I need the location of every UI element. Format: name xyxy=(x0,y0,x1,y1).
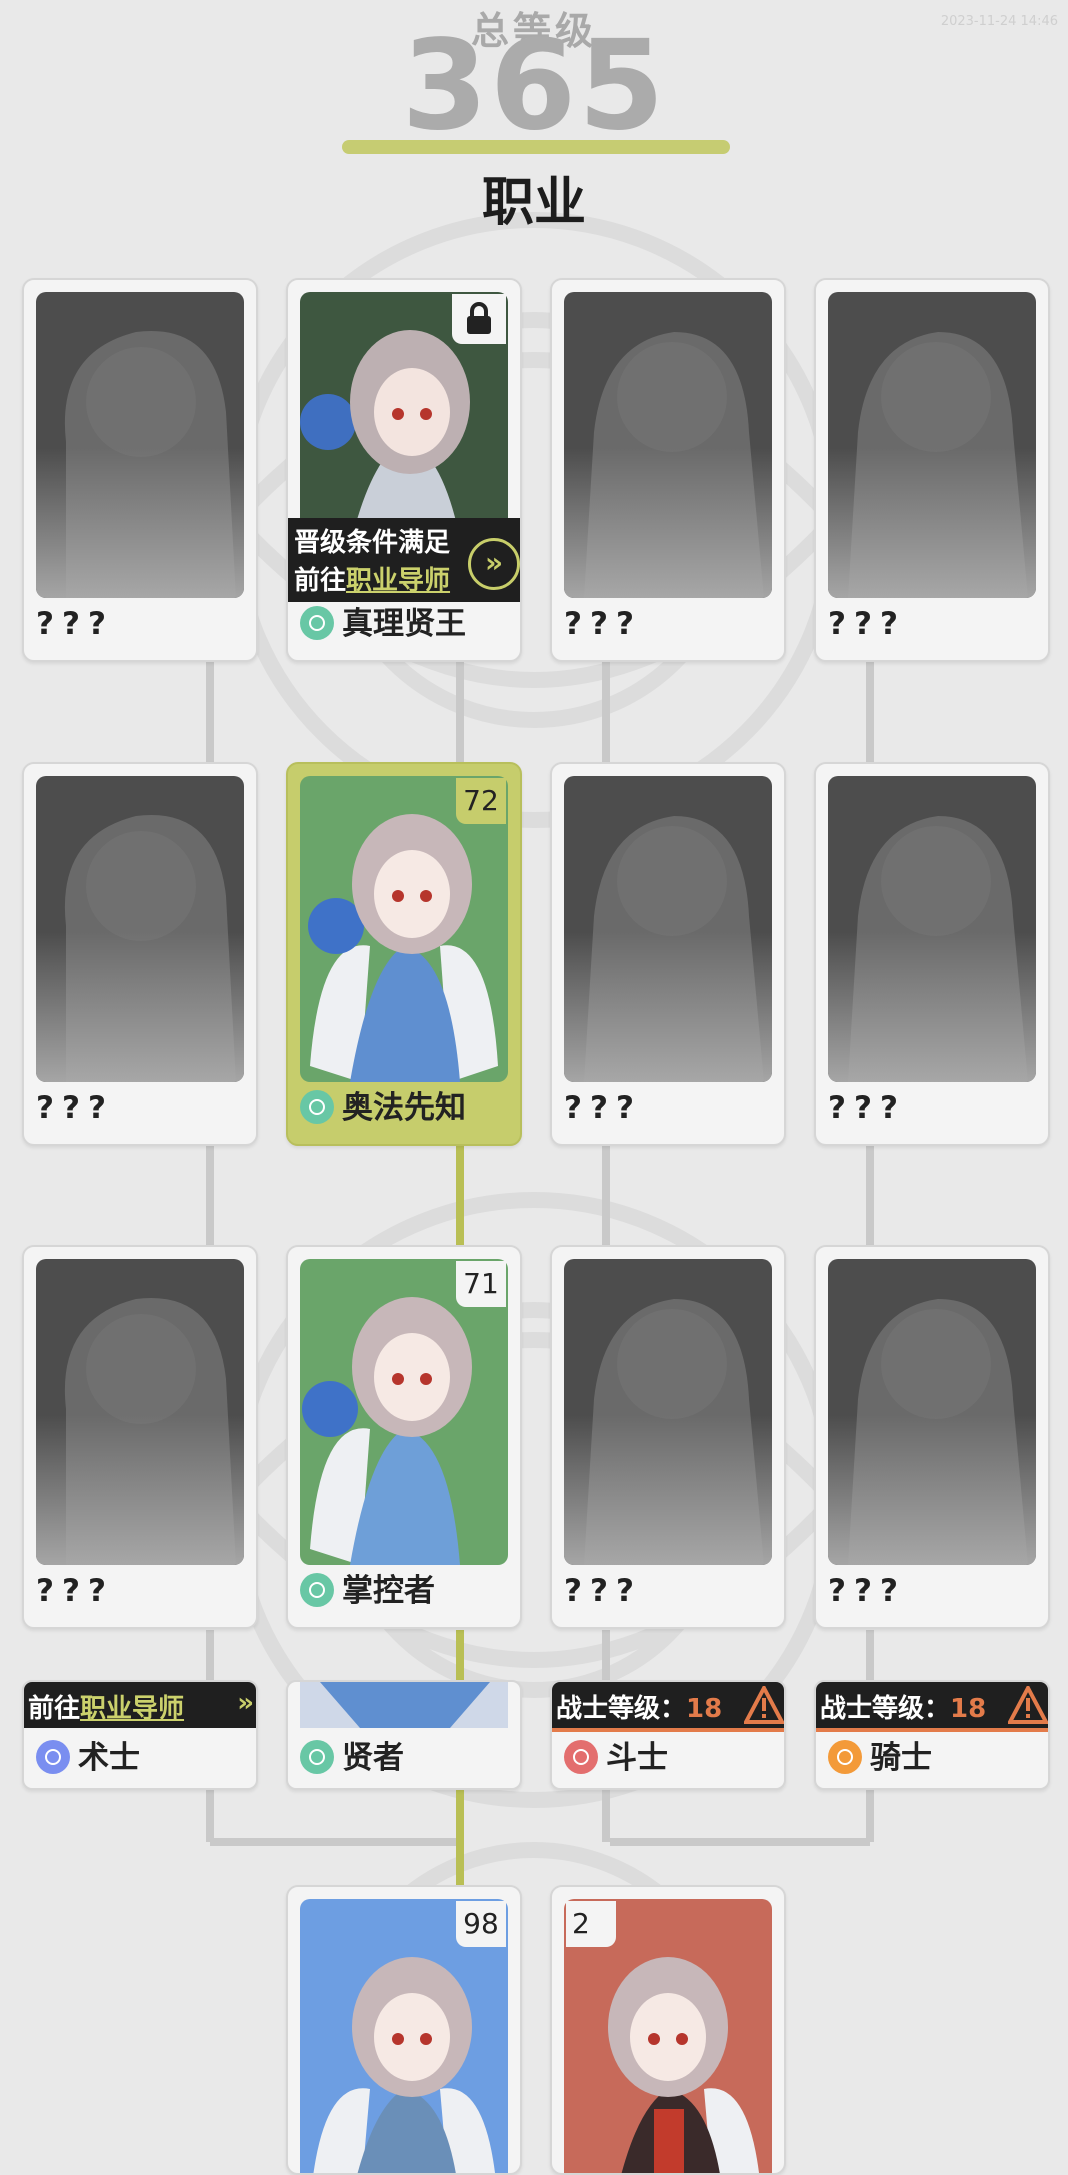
base-job-fighter[interactable]: 战士等级：18 斗士 xyxy=(550,1680,786,1790)
base-job-warlock[interactable]: 前往职业导师 » 术士 xyxy=(22,1680,258,1790)
job-name: ??? xyxy=(564,606,642,642)
job-card-unknown[interactable]: ??? xyxy=(814,278,1050,662)
job-mentor-link[interactable]: 职业导师 xyxy=(346,566,450,596)
requirement-strip: 战士等级：18 xyxy=(816,1682,1048,1732)
job-card-unknown[interactable]: ??? xyxy=(22,278,258,662)
job-name: 斗士 xyxy=(564,1738,668,1778)
job-name: ??? xyxy=(828,1090,906,1126)
warning-icon xyxy=(744,1686,784,1724)
silhouette-portrait xyxy=(828,292,1036,598)
job-blue-icon xyxy=(36,1739,70,1774)
job-name: ??? xyxy=(564,1573,642,1609)
job-teal-icon xyxy=(300,1572,334,1607)
base-job-sage[interactable]: 贤者 xyxy=(286,1680,522,1790)
job-teal-icon xyxy=(300,1089,334,1124)
promotion-goto-text: 前往职业导师 xyxy=(294,566,451,596)
job-card-unknown[interactable]: ??? xyxy=(550,762,786,1146)
silhouette-portrait xyxy=(564,1259,772,1565)
job-card-unknown[interactable]: ??? xyxy=(22,762,258,1146)
job-card-truth-sage-king[interactable]: 晋级条件满足 前往职业导师 » 真理贤王 xyxy=(286,278,522,662)
job-name: ??? xyxy=(828,1573,906,1609)
job-name: ??? xyxy=(36,1090,114,1126)
job-card-arcane-prophet[interactable]: 72 奥法先知 xyxy=(286,762,522,1146)
job-orange-icon xyxy=(828,1739,862,1774)
base-job-knight[interactable]: 战士等级：18 骑士 xyxy=(814,1680,1050,1790)
job-card-unknown[interactable]: ??? xyxy=(814,1245,1050,1629)
starter-job-card[interactable]: 2 xyxy=(550,1885,786,2175)
job-card-unknown[interactable]: ??? xyxy=(550,278,786,662)
job-card-unknown[interactable]: ??? xyxy=(22,1245,258,1629)
job-level-badge: 98 xyxy=(456,1901,506,1947)
job-name: ??? xyxy=(36,606,114,642)
silhouette-portrait xyxy=(564,292,772,598)
silhouette-portrait xyxy=(564,776,772,1082)
job-name: 术士 xyxy=(36,1738,140,1778)
lock-icon xyxy=(452,294,506,344)
header: 总等级 365 职业 xyxy=(0,0,1068,233)
job-card-controller[interactable]: 71 掌控者 xyxy=(286,1245,522,1629)
job-teal-icon xyxy=(300,1739,334,1774)
job-level-badge: 71 xyxy=(456,1261,506,1307)
job-level-badge: 2 xyxy=(566,1901,616,1947)
job-name: ??? xyxy=(564,1090,642,1126)
character-portrait xyxy=(300,1682,508,1728)
warning-icon xyxy=(1008,1686,1048,1724)
silhouette-portrait xyxy=(36,1259,244,1565)
section-title: 职业 xyxy=(481,173,586,233)
total-level-value: 365 xyxy=(401,14,667,158)
job-name: 掌控者 xyxy=(300,1571,435,1611)
mentor-strip[interactable]: 前往职业导师 » xyxy=(24,1682,256,1728)
silhouette-portrait xyxy=(828,776,1036,1082)
job-name: ??? xyxy=(828,606,906,642)
total-level-bar xyxy=(342,140,730,154)
job-name: 真理贤王 xyxy=(300,604,466,644)
job-mentor-link[interactable]: 职业导师 xyxy=(80,1694,184,1724)
silhouette-portrait xyxy=(828,1259,1036,1565)
promotion-banner[interactable]: 晋级条件满足 前往职业导师 » xyxy=(288,518,520,602)
job-name: 奥法先知 xyxy=(300,1088,466,1128)
double-chevron-icon[interactable]: » xyxy=(468,538,520,590)
job-name: ??? xyxy=(36,1573,114,1609)
job-name: 骑士 xyxy=(828,1738,932,1778)
job-name: 贤者 xyxy=(300,1738,404,1778)
silhouette-portrait xyxy=(36,776,244,1082)
requirement-strip: 战士等级：18 xyxy=(552,1682,784,1732)
job-level-badge: 72 xyxy=(456,778,506,824)
job-card-unknown[interactable]: ??? xyxy=(550,1245,786,1629)
promotion-condition-text: 晋级条件满足 xyxy=(294,528,451,558)
silhouette-portrait xyxy=(36,292,244,598)
starter-job-card[interactable]: 98 xyxy=(286,1885,522,2175)
double-chevron-icon: » xyxy=(237,1688,254,1718)
job-card-unknown[interactable]: ??? xyxy=(814,762,1050,1146)
job-teal-icon xyxy=(300,605,334,640)
job-red-icon xyxy=(564,1739,598,1774)
